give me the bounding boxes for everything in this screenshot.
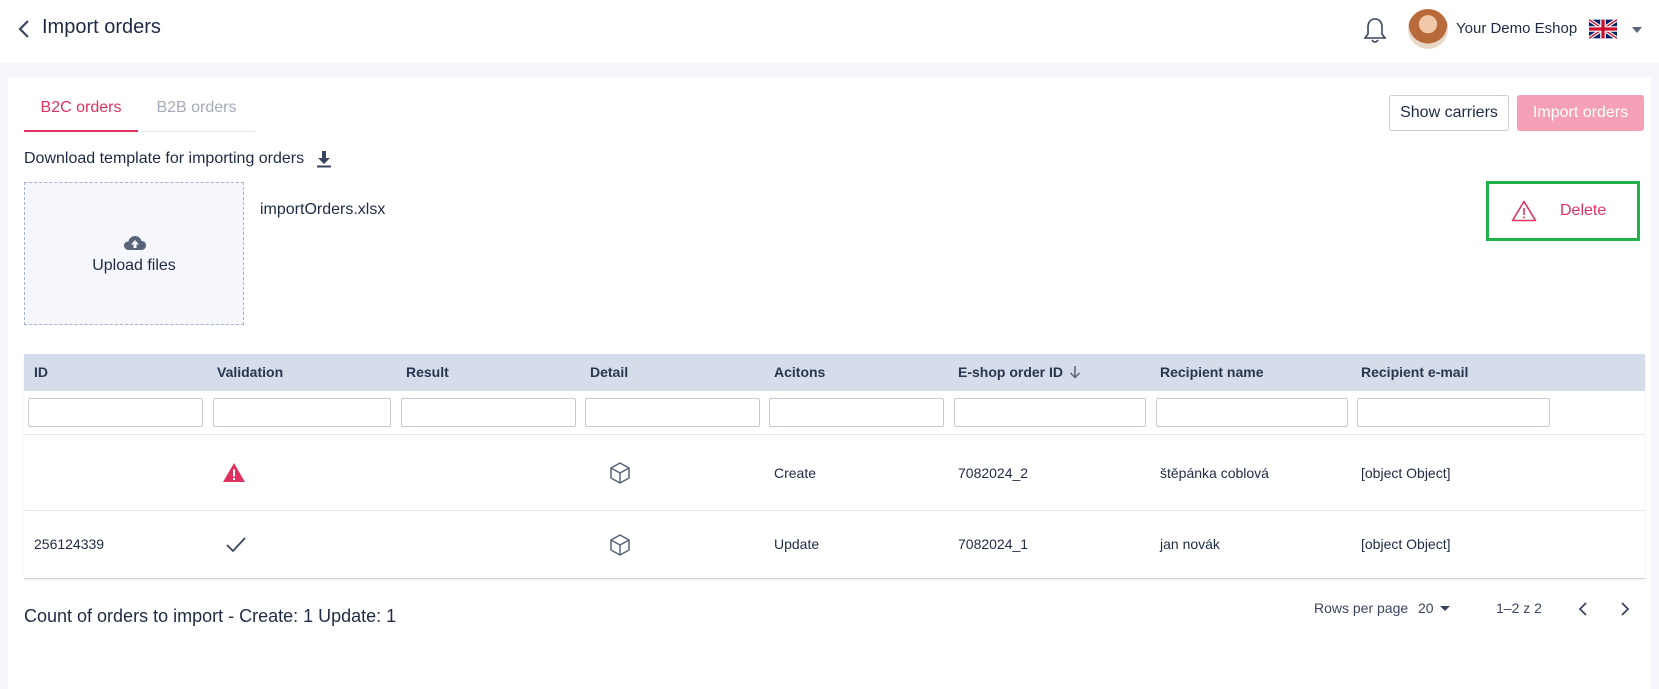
table-row[interactable]: 256124339 Update 7082024_1 jan novák [ob… xyxy=(24,511,1645,578)
user-avatar[interactable] xyxy=(1408,9,1448,49)
package-box-icon[interactable] xyxy=(608,461,632,485)
filter-actions-input[interactable] xyxy=(769,398,944,427)
cell-recipient-name: štěpánka coblová xyxy=(1160,465,1269,481)
filter-recipient-email-input[interactable] xyxy=(1357,398,1550,427)
package-box-icon[interactable] xyxy=(608,533,632,557)
filter-result-input[interactable] xyxy=(401,398,576,427)
orders-summary: Count of orders to import - Create: 1 Up… xyxy=(24,606,397,626)
cell-recipient-email: [object Object] xyxy=(1361,465,1451,481)
cell-action: Update xyxy=(774,536,820,552)
column-header-eshop-order-id[interactable]: E-shop order ID xyxy=(958,354,1081,391)
column-header-recipient-email[interactable]: Recipient e-mail xyxy=(1361,354,1468,391)
filter-id-input[interactable] xyxy=(28,398,203,427)
filter-validation-input[interactable] xyxy=(213,398,391,427)
page-title: Import orders xyxy=(42,16,161,38)
upload-files-label: Upload files xyxy=(92,257,176,274)
language-dropdown-caret-icon[interactable] xyxy=(1632,27,1642,33)
warning-filled-icon[interactable] xyxy=(222,461,246,485)
cell-eshop-order-id: 7082024_2 xyxy=(958,465,1029,481)
shop-name[interactable]: Your Demo Eshop xyxy=(1456,20,1577,37)
uploaded-file-name: importOrders.xlsx xyxy=(260,201,386,218)
notifications-bell-icon[interactable] xyxy=(1361,15,1389,45)
rows-per-page-label: Rows per page xyxy=(1314,600,1409,616)
cloud-upload-icon xyxy=(124,236,146,250)
column-header-result[interactable]: Result xyxy=(406,354,449,391)
download-icon xyxy=(317,151,332,168)
filter-eshop-order-id-input[interactable] xyxy=(954,398,1146,427)
column-header-actions[interactable]: Acitons xyxy=(774,354,825,391)
order-type-tabs: B2C orders B2B orders xyxy=(24,96,255,132)
table-row[interactable]: Create 7082024_2 štěpánka coblová [objec… xyxy=(24,435,1645,511)
cell-id: 256124339 xyxy=(34,536,105,552)
orders-table: ID Validation Result Detail Acitons E-sh… xyxy=(24,354,1645,579)
column-header-detail[interactable]: Detail xyxy=(590,354,628,391)
cell-eshop-order-id: 7082024_1 xyxy=(958,536,1029,552)
caret-down-icon xyxy=(1439,606,1450,611)
sort-descending-arrow-icon[interactable] xyxy=(1069,365,1081,379)
column-header-eshop-order-id-label: E-shop order ID xyxy=(958,364,1064,380)
show-carriers-button[interactable]: Show carriers xyxy=(1389,95,1509,131)
download-template-label: Download template for importing orders xyxy=(24,150,305,167)
filter-detail-input[interactable] xyxy=(585,398,760,427)
top-bar: Import orders Your Demo Eshop xyxy=(0,0,1659,63)
rows-per-page-select[interactable]: 20 xyxy=(1418,600,1450,616)
import-card: B2C orders B2B orders Show carriers Impo… xyxy=(8,78,1651,689)
table-header: ID Validation Result Detail Acitons E-sh… xyxy=(24,354,1645,391)
cell-action: Create xyxy=(774,465,817,481)
delete-highlight-box: Delete xyxy=(1486,181,1640,241)
import-orders-button[interactable]: Import orders xyxy=(1517,95,1644,131)
tab-b2c-orders[interactable]: B2C orders xyxy=(24,96,138,132)
uk-flag-icon[interactable] xyxy=(1589,19,1617,39)
column-header-id[interactable]: ID xyxy=(34,354,48,391)
download-template-link[interactable]: Download template for importing orders xyxy=(24,147,332,171)
next-page-chevron-icon[interactable] xyxy=(1614,599,1634,619)
previous-page-chevron-icon[interactable] xyxy=(1574,599,1594,619)
delete-file-button[interactable]: Delete xyxy=(1495,190,1631,232)
upload-dropzone[interactable]: Upload files xyxy=(24,182,244,325)
delete-label: Delete xyxy=(1560,202,1607,219)
warning-outline-icon xyxy=(1511,200,1537,222)
tab-b2b-orders[interactable]: B2B orders xyxy=(138,96,255,132)
cell-recipient-email: [object Object] xyxy=(1361,536,1451,552)
page-range: 1–2 z 2 xyxy=(1496,600,1542,616)
filter-recipient-name-input[interactable] xyxy=(1156,398,1348,427)
check-icon xyxy=(226,537,246,553)
column-header-recipient-name[interactable]: Recipient name xyxy=(1160,354,1263,391)
rows-per-page-value: 20 xyxy=(1418,600,1434,616)
column-header-validation[interactable]: Validation xyxy=(217,354,283,391)
filter-row xyxy=(24,391,1645,435)
back-arrow-icon[interactable] xyxy=(14,18,36,40)
cell-recipient-name: jan novák xyxy=(1160,536,1220,552)
